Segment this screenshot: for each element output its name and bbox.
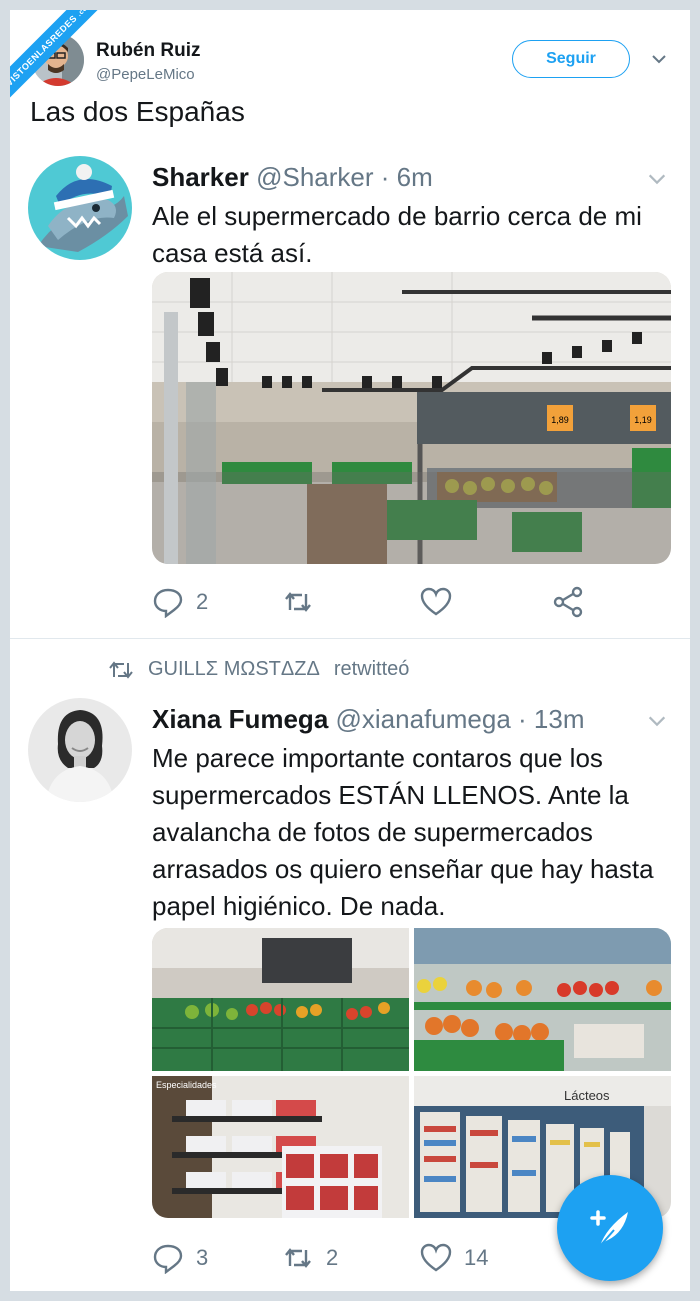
store-sign: Especialidades bbox=[156, 1080, 217, 1090]
chevron-down-icon[interactable] bbox=[646, 168, 668, 190]
retweeted-by[interactable]: GUILLΣ MΩSTΔZΔ retwitteó bbox=[108, 658, 409, 681]
retweet-button[interactable]: 2 bbox=[282, 1240, 338, 1276]
reply-count: 2 bbox=[196, 589, 209, 614]
compose-tweet-button[interactable] bbox=[557, 1175, 663, 1281]
user-handle[interactable]: @PepeLeMico bbox=[96, 66, 195, 83]
retweet-count: 2 bbox=[326, 1245, 339, 1270]
retweet-icon bbox=[285, 1248, 311, 1268]
empty-supermarket-photo[interactable]: 1,89 1,19 bbox=[152, 272, 671, 564]
retweet-icon bbox=[285, 592, 311, 612]
user-handle[interactable]: @xianafumega bbox=[336, 704, 511, 734]
outer-tweet-header: Rubén Ruiz @PepeLeMico Seguir bbox=[32, 28, 672, 88]
like-button[interactable] bbox=[420, 584, 464, 620]
divider bbox=[10, 638, 690, 639]
price-tag: 1,19 bbox=[634, 415, 652, 425]
reply-icon bbox=[153, 1244, 183, 1274]
like-icon bbox=[420, 1243, 452, 1272]
photo-grid: Especialidades Lácteos bbox=[152, 928, 671, 1218]
tweet-time[interactable]: · 6m bbox=[381, 162, 433, 192]
retweeter-name: GUILLΣ MΩSTΔZΔ bbox=[148, 658, 320, 680]
user-handle[interactable]: @Sharker bbox=[256, 162, 373, 192]
compose-tweet-icon bbox=[590, 1210, 628, 1247]
store-sign: Lácteos bbox=[564, 1088, 610, 1103]
retweet-icon bbox=[109, 660, 133, 679]
like-icon bbox=[420, 587, 452, 616]
share-icon bbox=[553, 586, 583, 618]
tweet-actions: 2 bbox=[152, 584, 672, 620]
user-name[interactable]: Rubén Ruiz bbox=[96, 40, 201, 62]
tweet-text: Ale el supermercado de barrio cerca de m… bbox=[152, 201, 642, 268]
chevron-down-icon[interactable] bbox=[650, 50, 668, 68]
fruit-stand-photo[interactable] bbox=[414, 928, 671, 1071]
share-button[interactable] bbox=[552, 584, 584, 620]
avatar[interactable] bbox=[28, 156, 132, 260]
tweet-text: Me parece importante contaros que los su… bbox=[152, 743, 654, 921]
reply-icon bbox=[153, 588, 183, 618]
tweet-screenshot: VISTOENLASREDES .com Rubén Ruiz @PepeLeM… bbox=[10, 10, 690, 1291]
tweet-time[interactable]: · 13m bbox=[518, 704, 584, 734]
tweet-meta: Xiana Fumega @xianafumega · 13m bbox=[152, 704, 585, 735]
reply-button[interactable]: 3 bbox=[152, 1240, 208, 1276]
avatar[interactable] bbox=[28, 698, 132, 802]
produce-aisle-photo[interactable] bbox=[152, 928, 409, 1071]
retweet-button[interactable] bbox=[282, 584, 326, 620]
outer-tweet-text: Las dos Españas bbox=[30, 96, 245, 127]
like-button[interactable]: 14 bbox=[420, 1240, 488, 1276]
chevron-down-icon[interactable] bbox=[646, 710, 668, 732]
reply-count: 3 bbox=[196, 1245, 209, 1270]
like-count: 14 bbox=[464, 1245, 489, 1270]
price-tag: 1,89 bbox=[551, 415, 569, 425]
user-name[interactable]: Xiana Fumega bbox=[152, 704, 328, 734]
retweeted-label: retwitteó bbox=[333, 658, 410, 680]
reply-button[interactable]: 2 bbox=[152, 584, 208, 620]
user-name[interactable]: Sharker bbox=[152, 162, 249, 192]
tweet-meta: Sharker @Sharker · 6m bbox=[152, 162, 433, 193]
follow-button[interactable]: Seguir bbox=[512, 40, 630, 78]
toilet-paper-shelves-photo[interactable]: Especialidades bbox=[152, 1076, 409, 1218]
